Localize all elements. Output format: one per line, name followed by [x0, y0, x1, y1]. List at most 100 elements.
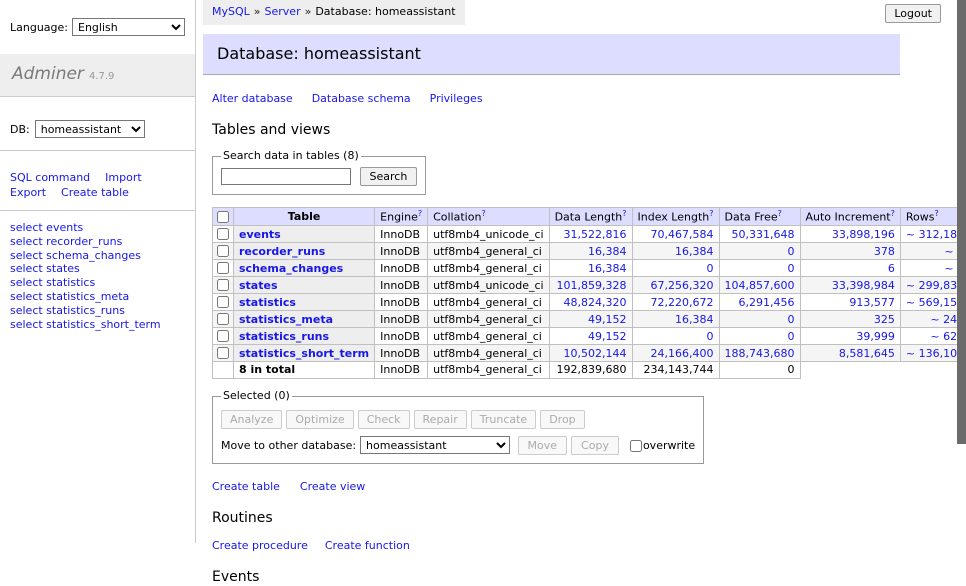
help-link[interactable]: ? [778, 209, 782, 218]
help-link[interactable]: ? [622, 209, 626, 218]
data-length-cell-link[interactable]: 49,152 [588, 330, 627, 343]
help-link[interactable]: ? [481, 209, 485, 218]
table-name-link-schema_changes[interactable]: schema_changes [239, 262, 343, 275]
repair-button[interactable]: Repair [414, 410, 467, 429]
row-checkbox-statistics[interactable] [217, 296, 229, 308]
auto-increment-cell-link[interactable]: 33,898,196 [832, 228, 895, 241]
index-length-cell: 24,166,400 [632, 345, 719, 362]
data-free-cell-link[interactable]: 0 [788, 262, 795, 275]
data-free-cell-link[interactable]: 104,857,600 [725, 279, 795, 292]
table-name-link-events[interactable]: events [239, 228, 281, 241]
vertical-scrollbar[interactable] [957, 0, 966, 543]
table-name-link-statistics_meta[interactable]: statistics_meta [239, 313, 333, 326]
auto-increment-cell-link[interactable]: 39,999 [856, 330, 895, 343]
breadcrumb-link-server[interactable]: Server [265, 5, 301, 18]
move-button[interactable]: Move [518, 436, 568, 455]
sidebar-action-export[interactable]: Export [10, 186, 46, 199]
index-length-cell-link[interactable]: 67,256,320 [651, 279, 714, 292]
breadcrumb-link-mysql[interactable]: MySQL [212, 5, 250, 18]
drop-button[interactable]: Drop [540, 410, 584, 429]
index-length-cell-link[interactable]: 0 [707, 262, 714, 275]
language-select[interactable]: English [72, 18, 185, 36]
row-checkbox-states[interactable] [217, 279, 229, 291]
index-length-cell-link[interactable]: 24,166,400 [651, 347, 714, 360]
data-free-cell-link[interactable]: 50,331,648 [732, 228, 795, 241]
table-name-link-states[interactable]: states [239, 279, 278, 292]
table-name-link-statistics[interactable]: statistics [239, 296, 296, 309]
row-checkbox-events[interactable] [217, 228, 229, 240]
truncate-button[interactable]: Truncate [471, 410, 536, 429]
auto-increment-cell-link[interactable]: 8,581,645 [839, 347, 895, 360]
row-checkbox-statistics_runs[interactable] [217, 330, 229, 342]
search-button[interactable]: Search [360, 167, 418, 186]
sidebar-action-create-table[interactable]: Create table [61, 186, 129, 199]
help-link[interactable]: ? [709, 209, 713, 218]
row-checkbox-recorder_runs[interactable] [217, 245, 229, 257]
index-length-cell-link[interactable]: 72,220,672 [651, 296, 714, 309]
row-checkbox-statistics_meta[interactable] [217, 313, 229, 325]
index-length-cell-link[interactable]: 16,384 [675, 245, 714, 258]
data-free-cell-link[interactable]: 0 [788, 313, 795, 326]
link-database-schema[interactable]: Database schema [312, 92, 411, 105]
rows-cell-link[interactable]: ~ 312,180 [906, 228, 964, 241]
index-length-cell-link[interactable]: 70,467,584 [651, 228, 714, 241]
link-create-function[interactable]: Create function [325, 539, 410, 552]
analyze-button[interactable]: Analyze [221, 410, 282, 429]
auto-increment-cell-link[interactable]: 33,398,984 [832, 279, 895, 292]
index-length-cell-link[interactable]: 0 [707, 330, 714, 343]
help-link[interactable]: ? [934, 209, 938, 218]
table-select-link[interactable]: select statistics_short_term [10, 318, 161, 331]
help-link[interactable]: ? [891, 209, 895, 218]
scrollbar-thumb[interactable] [957, 0, 966, 444]
link-create-procedure[interactable]: Create procedure [212, 539, 308, 552]
table-select-link[interactable]: select states [10, 262, 80, 275]
search-input[interactable] [221, 168, 351, 185]
check-button[interactable]: Check [358, 410, 410, 429]
table-name-link-statistics_runs[interactable]: statistics_runs [239, 330, 329, 343]
data-free-cell-link[interactable]: 6,291,456 [739, 296, 795, 309]
rows-cell-link[interactable]: ~ 136,108 [906, 347, 964, 360]
index-length-cell-link[interactable]: 16,384 [675, 313, 714, 326]
link-create-view[interactable]: Create view [300, 480, 365, 493]
logout-button[interactable]: Logout [885, 4, 941, 23]
link-alter-database[interactable]: Alter database [212, 92, 293, 105]
table-select-link[interactable]: select statistics [10, 276, 95, 289]
sidebar-action-sql-command[interactable]: SQL command [10, 171, 90, 184]
data-free-cell-link[interactable]: 188,743,680 [725, 347, 795, 360]
copy-button[interactable]: Copy [571, 436, 619, 455]
data-free-cell-link[interactable]: 0 [788, 245, 795, 258]
data-length-cell-link[interactable]: 10,502,144 [564, 347, 627, 360]
auto-increment-cell-link[interactable]: 378 [874, 245, 895, 258]
select-all-checkbox[interactable] [217, 211, 229, 223]
row-checkbox-statistics_short_term[interactable] [217, 347, 229, 359]
help-link[interactable]: ? [418, 209, 422, 218]
data-length-cell-link[interactable]: 16,384 [588, 262, 627, 275]
table-select-link[interactable]: select statistics_runs [10, 304, 125, 317]
data-length-cell-link[interactable]: 49,152 [588, 313, 627, 326]
table-select-link[interactable]: select events [10, 221, 83, 234]
move-db-select[interactable]: homeassistant [360, 436, 510, 454]
link-create-table[interactable]: Create table [212, 480, 280, 493]
table-name-link-statistics_short_term[interactable]: statistics_short_term [239, 347, 369, 360]
table-select-link[interactable]: select statistics_meta [10, 290, 129, 303]
index-length-cell: 16,384 [632, 311, 719, 328]
rows-cell-link[interactable]: ~ 569,159 [906, 296, 964, 309]
data-free-cell-link[interactable]: 0 [788, 330, 795, 343]
sidebar-action-import[interactable]: Import [105, 171, 142, 184]
auto-increment-cell-link[interactable]: 6 [888, 262, 895, 275]
data-length-cell-link[interactable]: 16,384 [588, 245, 627, 258]
table-name-link-recorder_runs[interactable]: recorder_runs [239, 245, 325, 258]
table-select-link[interactable]: select schema_changes [10, 249, 141, 262]
row-checkbox-schema_changes[interactable] [217, 262, 229, 274]
data-length-cell-link[interactable]: 101,859,328 [557, 279, 627, 292]
auto-increment-cell-link[interactable]: 913,577 [849, 296, 895, 309]
overwrite-checkbox[interactable] [630, 440, 642, 452]
optimize-button[interactable]: Optimize [286, 410, 353, 429]
data-length-cell-link[interactable]: 31,522,816 [564, 228, 627, 241]
table-select-link[interactable]: select recorder_runs [10, 235, 122, 248]
db-select[interactable]: homeassistant [35, 120, 145, 138]
auto-increment-cell-link[interactable]: 325 [874, 313, 895, 326]
link-privileges[interactable]: Privileges [430, 92, 483, 105]
rows-cell-link[interactable]: ~ 299,833 [906, 279, 964, 292]
data-length-cell-link[interactable]: 48,824,320 [564, 296, 627, 309]
